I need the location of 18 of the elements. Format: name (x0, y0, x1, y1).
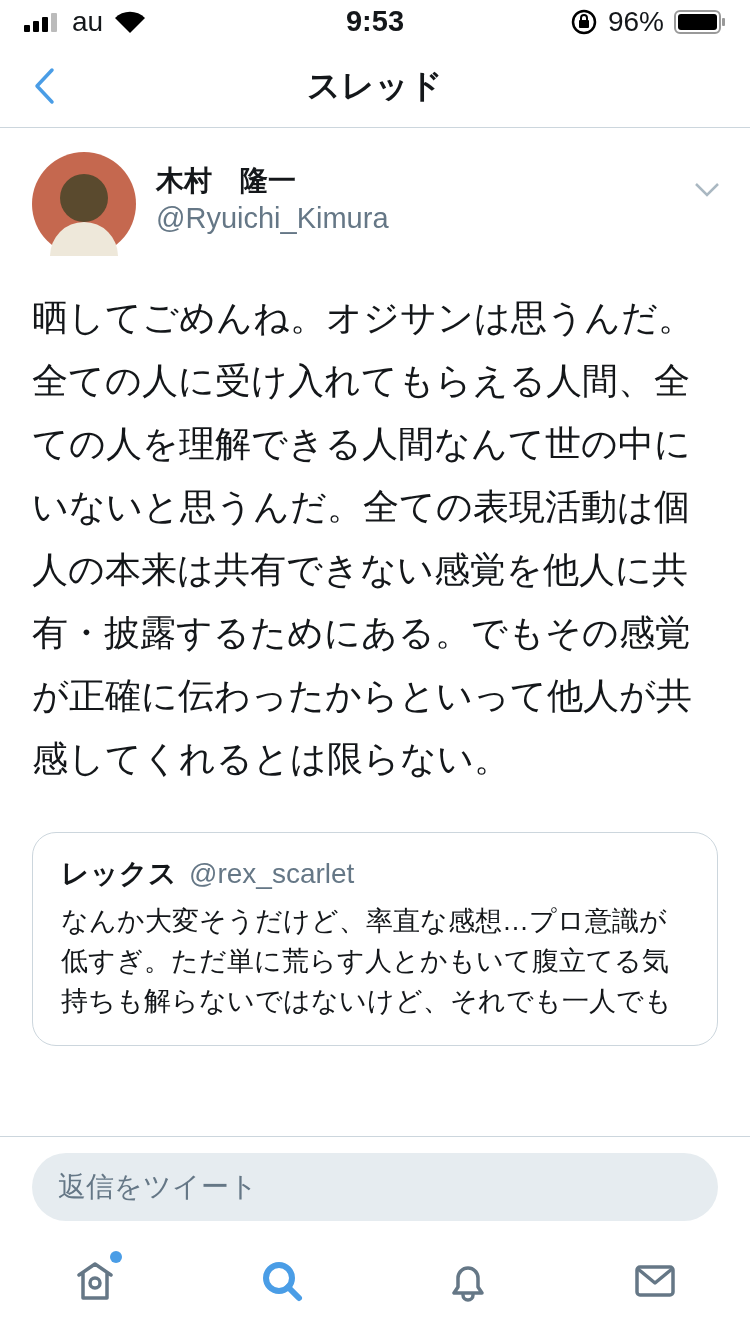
status-time: 9:53 (345, 4, 404, 40)
quoted-author-name: レックス (61, 857, 177, 891)
tweet-text: 晒してごめんね。オジサンは思うんだ。全ての人に受け入れてもらえる人間、全ての人を理解できる人間なんて世の中にいないと思うんだ。全ての表現活動は個人の本来は共有できない感覚を他人に共有・披露するためにある。でもその感覚が正確に伝わったからといって他人が共感してくれるとは限らない。 (32, 296, 695, 781)
battery-percent: 96% (607, 5, 664, 39)
carrier-name: au (72, 5, 104, 39)
wifi-icon (115, 11, 146, 33)
avatar[interactable] (32, 152, 136, 256)
back-icon (33, 67, 55, 105)
battery-icon (674, 10, 726, 34)
author-handle: @Ryuichi_Kimura (156, 201, 390, 236)
nav-title: スレッド (307, 65, 443, 106)
quoted-tweet-card[interactable]: レックス @rex_scarlet なんか大変そうだけど、率直な感想…プロ意識が低すぎ。ただ単に荒らす人とかもいて腹立てる気持ちも解らないではないけど、それでも一人でも (32, 832, 718, 1046)
quoted-author-handle: @rex_scarlet (189, 857, 355, 891)
rotation-lock-icon (569, 8, 598, 36)
reply-field[interactable]: 返信をツイート (32, 1153, 718, 1221)
author-name: 木村 隆一 (156, 164, 297, 198)
quoted-tweet-text: なんか大変そうだけど、率直な感想…プロ意識が低すぎ。ただ単に荒らす人とかもいて腹立てる気持ちも解らないではないけど、それでも一人でも (61, 905, 673, 1018)
signal-icon (24, 12, 60, 32)
